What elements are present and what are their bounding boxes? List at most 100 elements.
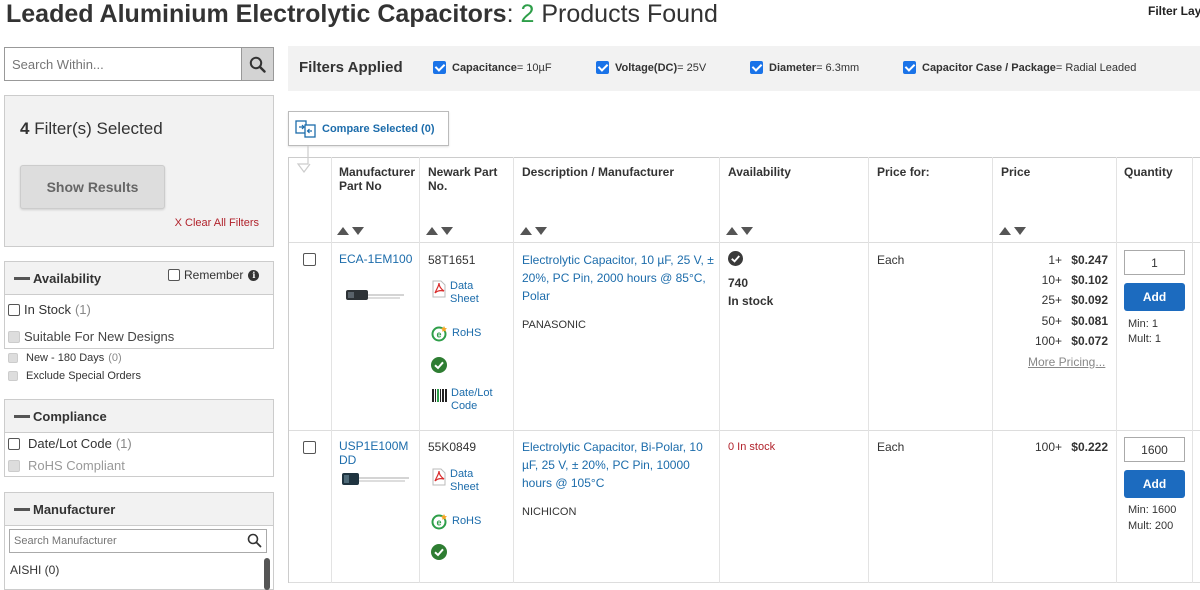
sort-asc-icon[interactable] xyxy=(999,227,1011,235)
add-to-cart-button[interactable]: Add xyxy=(1124,470,1185,498)
in-stock-check-icon xyxy=(728,251,743,266)
manufacturer-search-input[interactable] xyxy=(10,530,235,552)
applied-filter-capacitance[interactable]: Capacitance = 10µF xyxy=(433,61,552,74)
sort-asc-icon[interactable] xyxy=(337,227,349,235)
more-pricing-link[interactable]: More Pricing... xyxy=(1028,355,1105,369)
price-for-unit: Each xyxy=(877,440,905,454)
filters-applied-bar: Filters Applied Capacitance = 10µF Volta… xyxy=(288,46,1200,91)
filters-selected-title: 4 Filter(s) Selected xyxy=(20,119,163,138)
header-price-for: Price for: xyxy=(877,165,930,179)
sort-asc-icon[interactable] xyxy=(520,227,532,235)
filter-layout-toggle[interactable]: Filter Layout xyxy=(1148,4,1200,18)
filter-suitable-new-designs[interactable]: Suitable For New Designs xyxy=(8,329,174,344)
facet-header-manufacturer[interactable]: Manufacturer xyxy=(4,492,274,526)
table-row-border xyxy=(288,430,1200,431)
add-to-cart-button[interactable]: Add xyxy=(1124,283,1185,311)
product-image[interactable] xyxy=(341,470,411,488)
compare-selected-button[interactable]: Compare Selected (0) xyxy=(288,111,449,146)
applied-filter-case-package[interactable]: Capacitor Case / Package = Radial Leaded xyxy=(903,61,1136,74)
sort-desc-icon[interactable] xyxy=(441,227,453,235)
mfr-part-link[interactable]: USP1E100MDD xyxy=(339,439,413,467)
manufacturer-item[interactable]: AISHI (0) xyxy=(10,563,59,577)
collapse-icon xyxy=(14,508,30,511)
table-left-border xyxy=(288,157,289,583)
mfr-part-link[interactable]: ECA-1EM100 xyxy=(339,252,413,266)
stock-status: In stock xyxy=(728,294,774,308)
sort-mfr-part[interactable] xyxy=(337,227,364,235)
row-select-checkbox[interactable] xyxy=(303,253,316,266)
filters-applied-title: Filters Applied xyxy=(299,59,403,76)
compare-arrow-icon xyxy=(296,146,311,173)
search-icon[interactable] xyxy=(247,533,262,548)
sort-desc-icon[interactable] xyxy=(741,227,753,235)
rohs-icon: e xyxy=(431,514,447,530)
applied-filter-voltage[interactable]: Voltage(DC) = 25V xyxy=(596,61,706,74)
search-icon xyxy=(249,56,266,73)
manufacturer-name: NICHICON xyxy=(522,506,577,518)
product-description-link[interactable]: Electrolytic Capacitor, Bi-Polar, 10 µF,… xyxy=(522,438,714,492)
product-image[interactable] xyxy=(344,286,406,304)
quantity-input[interactable] xyxy=(1124,437,1185,462)
rohs-link[interactable]: e RoHS xyxy=(431,324,481,342)
search-button[interactable] xyxy=(241,48,273,80)
mult-quantity: Mult: 200 xyxy=(1128,520,1174,532)
manufacturer-scrollbar[interactable] xyxy=(264,558,270,590)
collapse-icon xyxy=(14,277,30,280)
col-divider xyxy=(1116,157,1117,583)
product-description-link[interactable]: Electrolytic Capacitor, 10 µF, 25 V, ± 2… xyxy=(522,251,714,305)
facet-header-compliance[interactable]: Compliance xyxy=(4,399,274,433)
compare-icon xyxy=(295,119,316,138)
svg-text:e: e xyxy=(436,518,441,528)
filter-new-180-days[interactable]: New - 180 Days (0) xyxy=(8,352,122,364)
sort-availability[interactable] xyxy=(726,227,753,235)
price-break-row: 100+ $0.072 xyxy=(1034,334,1108,348)
sort-desc-icon[interactable] xyxy=(1014,227,1026,235)
header-mfr-part: Manufacturer Part No xyxy=(339,165,416,193)
compliant-check-icon xyxy=(431,544,447,560)
table-top-border xyxy=(288,157,1200,158)
filter-rohs-compliant[interactable]: RoHS Compliant xyxy=(8,458,125,473)
price-break-row: 1+ $0.247 xyxy=(1048,253,1108,267)
stock-status: 0 In stock xyxy=(728,441,776,453)
min-quantity: Min: 1600 xyxy=(1128,504,1177,516)
header-availability: Availability xyxy=(728,165,791,179)
sort-price[interactable] xyxy=(999,227,1026,235)
sort-description[interactable] xyxy=(520,227,547,235)
show-results-button[interactable]: Show Results xyxy=(20,165,165,209)
quantity-input[interactable] xyxy=(1124,250,1185,275)
remember-checkbox[interactable]: Remember i xyxy=(168,268,260,282)
sort-desc-icon[interactable] xyxy=(352,227,364,235)
price-break-row: 50+ $0.081 xyxy=(1041,314,1108,328)
sort-asc-icon[interactable] xyxy=(726,227,738,235)
sort-asc-icon[interactable] xyxy=(426,227,438,235)
table-bottom-border xyxy=(288,582,1200,583)
price-break-row: 10+ $0.102 xyxy=(1041,273,1108,287)
price-break-row: 25+ $0.092 xyxy=(1041,293,1108,307)
applied-filter-diameter[interactable]: Diameter = 6.3mm xyxy=(750,61,859,74)
rohs-link[interactable]: e RoHS xyxy=(431,512,481,530)
info-icon[interactable]: i xyxy=(248,269,260,281)
header-newark-part: Newark Part No. xyxy=(428,165,498,193)
sort-newark-part[interactable] xyxy=(426,227,453,235)
barcode-icon xyxy=(432,389,447,402)
datasheet-link[interactable]: Data Sheet xyxy=(431,468,484,494)
clear-all-filters-link[interactable]: X Clear All Filters xyxy=(175,217,259,229)
product-count: 2 xyxy=(520,0,535,28)
datelot-link[interactable]: Date/Lot Code xyxy=(431,387,499,413)
filter-date-lot-code[interactable]: Date/Lot Code (1) xyxy=(8,436,132,451)
col-divider xyxy=(992,157,993,583)
pdf-icon xyxy=(432,468,446,486)
newark-part-number: 58T1651 xyxy=(428,253,476,267)
filter-exclude-special-orders[interactable]: Exclude Special Orders xyxy=(8,370,141,382)
search-within-input[interactable] xyxy=(5,48,241,80)
manufacturer-name: PANASONIC xyxy=(522,319,586,331)
compliant-check-icon xyxy=(431,357,447,373)
mult-quantity: Mult: 1 xyxy=(1128,333,1162,345)
filter-in-stock[interactable]: In Stock (1) xyxy=(8,302,91,317)
datasheet-link[interactable]: Data Sheet xyxy=(431,280,484,306)
svg-text:e: e xyxy=(436,330,441,340)
search-within-box xyxy=(4,47,274,81)
row-select-checkbox[interactable] xyxy=(303,441,316,454)
pdf-icon xyxy=(432,280,446,298)
sort-desc-icon[interactable] xyxy=(535,227,547,235)
